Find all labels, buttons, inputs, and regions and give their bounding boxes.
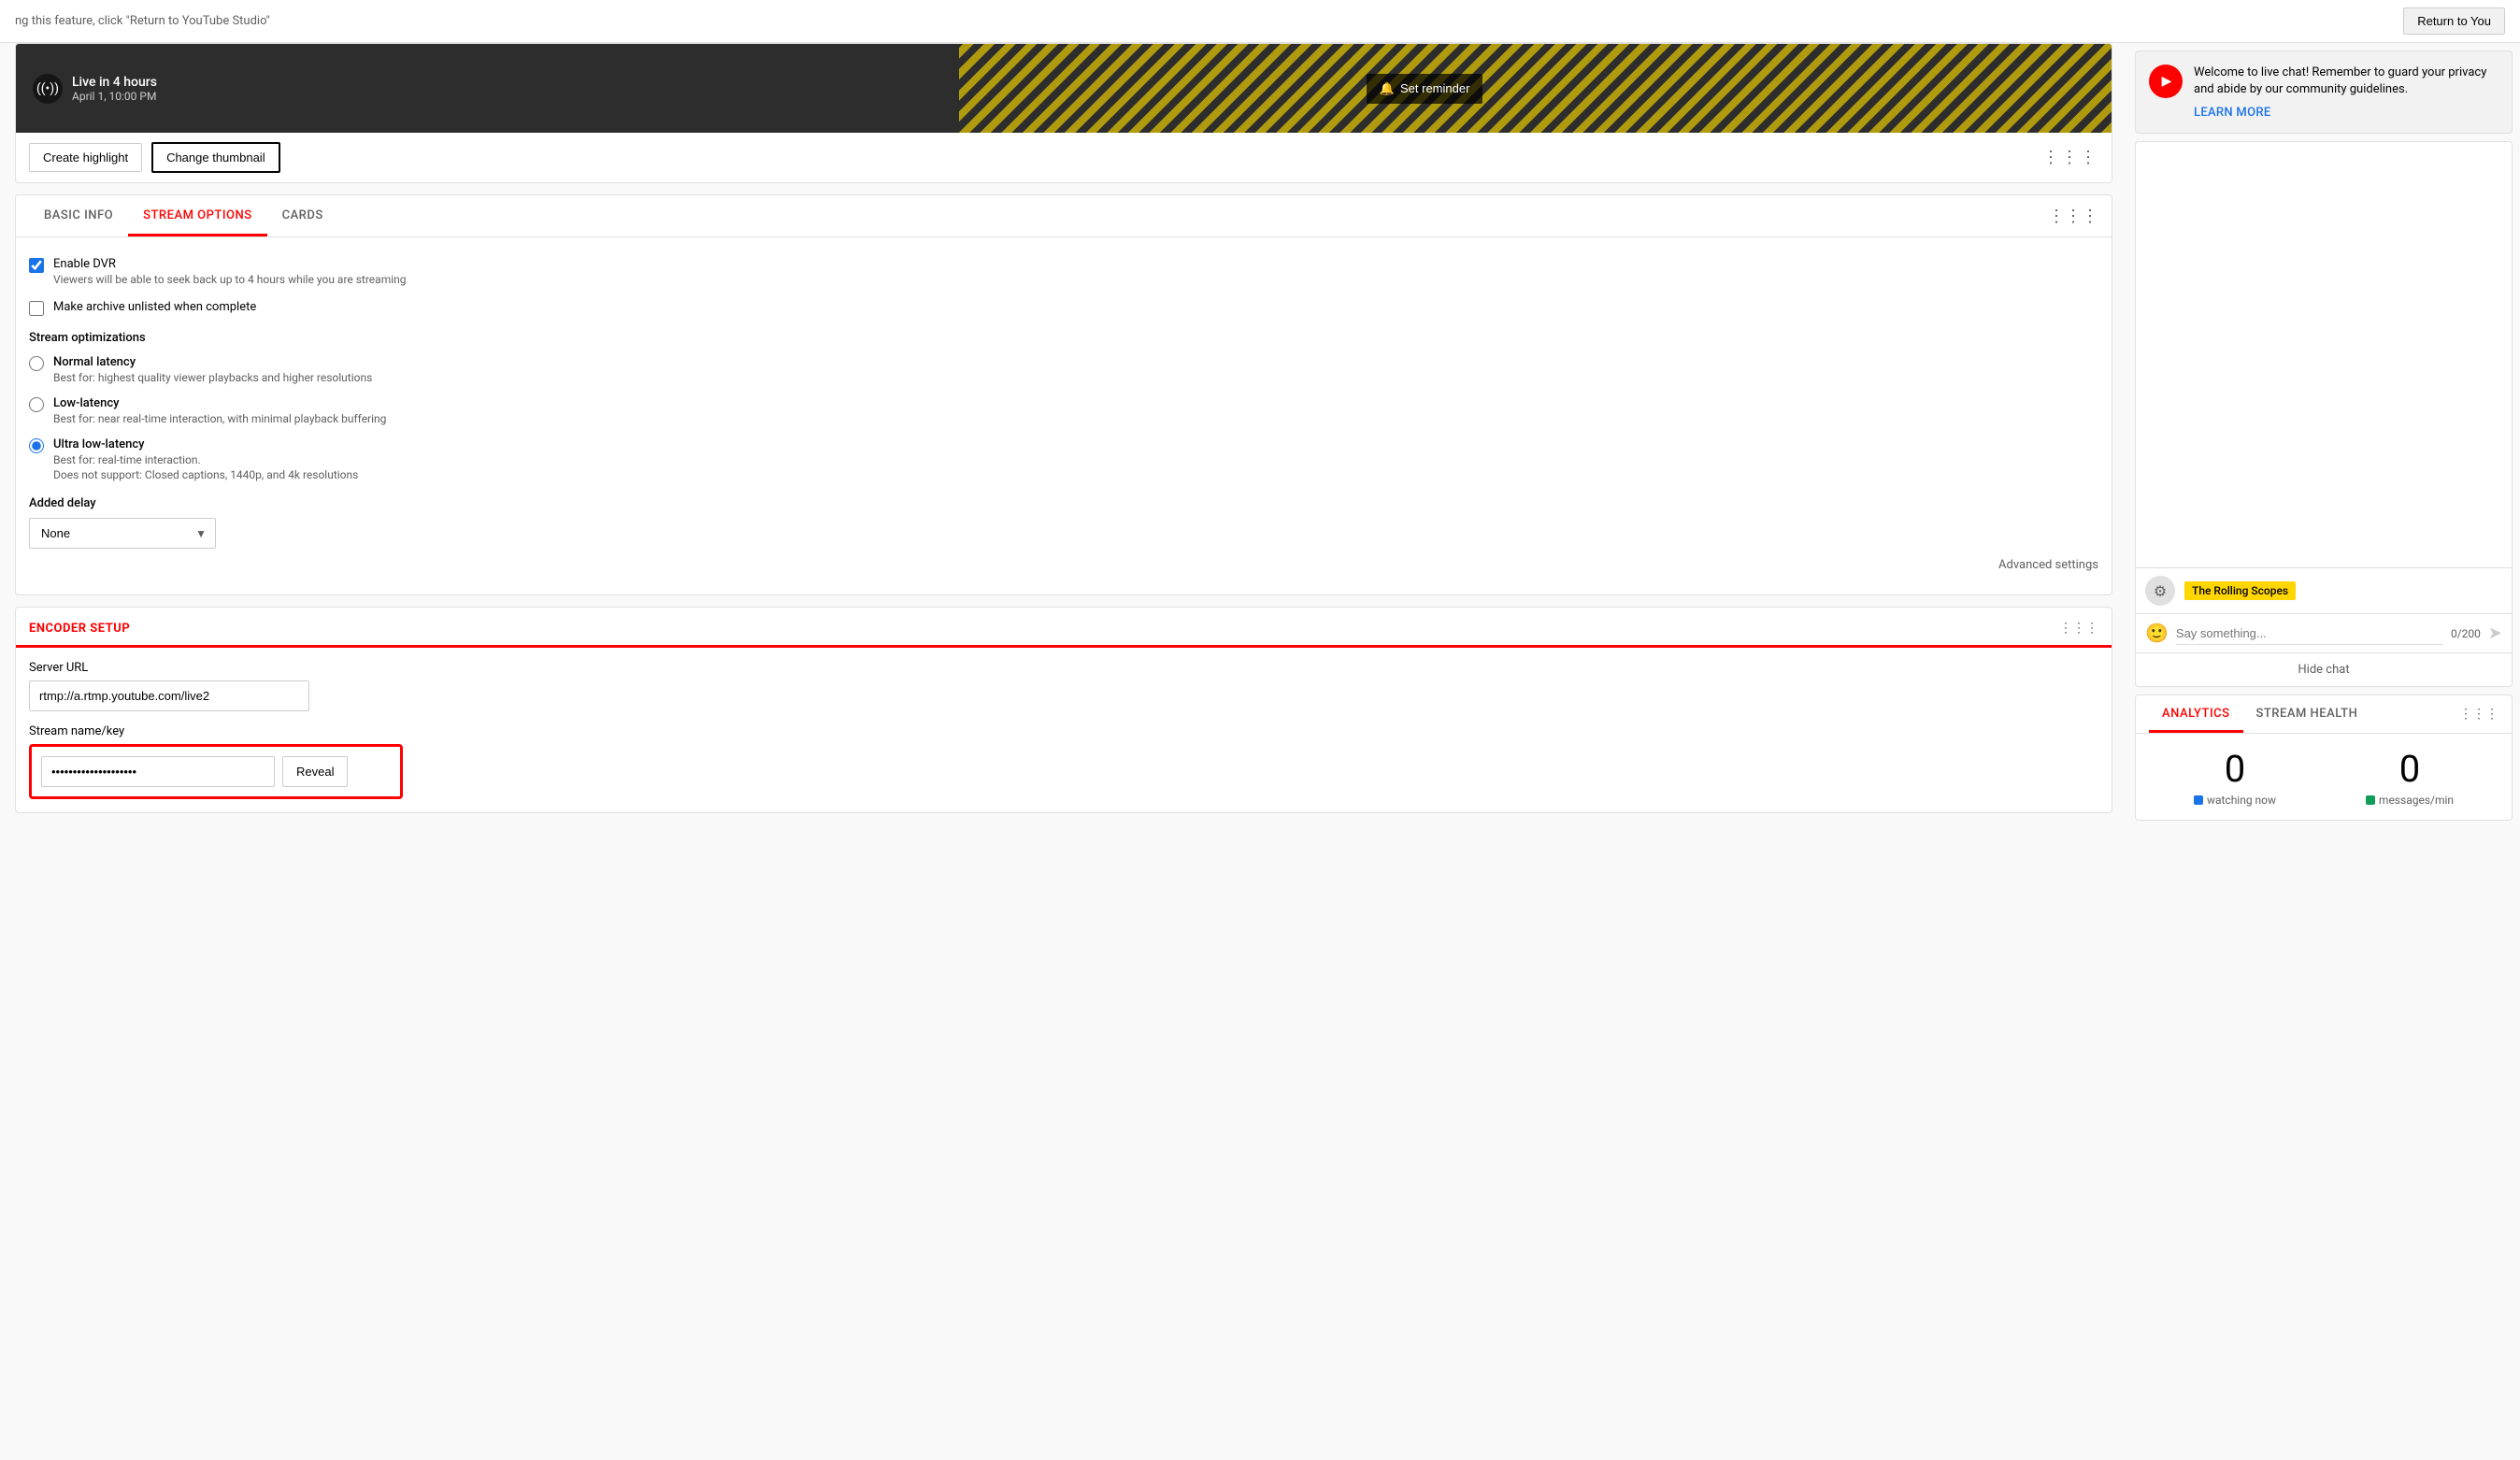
video-thumbnail-area: ((•)) Live in 4 hours April 1, 10:00 PM … (16, 44, 2112, 133)
make-archive-label[interactable]: Make archive unlisted when complete (53, 300, 256, 314)
normal-latency-radio[interactable] (29, 356, 44, 371)
enable-dvr-row: Enable DVR Viewers will be able to seek … (29, 256, 2098, 286)
live-icon: ((•)) (33, 74, 63, 104)
low-latency-row: Low-latency Best for: near real-time int… (29, 395, 2098, 425)
stream-key-row: Reveal (41, 756, 391, 787)
watching-now-label: watching now (2194, 794, 2276, 807)
chat-input-row: 🙂 0/200 ➤ (2136, 613, 2512, 652)
low-latency-label[interactable]: Low-latency (53, 396, 119, 410)
left-panel: ((•)) Live in 4 hours April 1, 10:00 PM … (0, 43, 2127, 828)
normal-latency-row: Normal latency Best for: highest quality… (29, 354, 2098, 384)
avatar-icon: ⚙ (2154, 582, 2167, 600)
avatar: ⚙ (2145, 576, 2175, 606)
encoder-more-options[interactable]: ⋮⋮⋮ (2059, 621, 2098, 636)
chat-input[interactable] (2176, 623, 2443, 645)
ultra-low-latency-desc-1: Best for: real-time interaction. (53, 453, 358, 466)
live-icon-symbol: ((•)) (36, 81, 59, 96)
stream-health-tab[interactable]: STREAM HEALTH (2243, 695, 2371, 733)
make-archive-checkbox[interactable] (29, 301, 44, 316)
username-badge: The Rolling Scopes (2184, 581, 2296, 600)
ultra-low-latency-radio[interactable] (29, 438, 44, 453)
tabs-header: BASIC INFO STREAM OPTIONS CARDS ⋮⋮⋮ (16, 195, 2112, 237)
latency-radio-group: Normal latency Best for: highest quality… (29, 354, 2098, 481)
ultra-low-latency-row: Ultra low-latency Best for: real-time in… (29, 437, 2098, 481)
analytics-content: 0 watching now 0 messages/min (2136, 734, 2512, 820)
char-count: 0/200 (2451, 627, 2481, 640)
top-bar: ng this feature, click "Return to YouTub… (0, 0, 2520, 43)
analytics-tabs-header: ANALYTICS STREAM HEALTH ⋮⋮⋮ (2136, 695, 2512, 734)
stream-key-input[interactable] (41, 756, 275, 787)
video-more-options-button[interactable]: ⋮⋮⋮ (2042, 148, 2098, 167)
advanced-settings-link[interactable]: Advanced settings (1998, 558, 2098, 572)
emoji-button[interactable]: 🙂 (2145, 622, 2169, 645)
enable-dvr-description: Viewers will be able to seek back up to … (53, 273, 407, 286)
tab-stream-options[interactable]: STREAM OPTIONS (128, 195, 266, 236)
video-actions: Create highlight Change thumbnail ⋮⋮⋮ (16, 133, 2112, 182)
live-subtitle: April 1, 10:00 PM (72, 90, 157, 103)
chat-body (2136, 142, 2512, 567)
live-badge: ((•)) Live in 4 hours April 1, 10:00 PM (33, 74, 157, 104)
stream-options-content: Enable DVR Viewers will be able to seek … (16, 237, 2112, 594)
live-title: Live in 4 hours (72, 75, 157, 90)
ultra-low-latency-desc-2: Does not support: Closed captions, 1440p… (53, 468, 358, 481)
optimizations-label: Stream optimizations (29, 331, 2098, 345)
added-delay-select-wrapper: None ▼ (29, 518, 216, 549)
messages-per-min-label: messages/min (2366, 794, 2454, 807)
make-archive-row: Make archive unlisted when complete (29, 299, 2098, 316)
stream-key-section: Reveal (29, 744, 403, 799)
tab-basic-info[interactable]: BASIC INFO (29, 195, 128, 236)
low-latency-radio[interactable] (29, 397, 44, 412)
tab-cards[interactable]: CARDS (267, 195, 338, 236)
bell-icon: 🔔 (1380, 81, 1395, 96)
reveal-button[interactable]: Reveal (282, 756, 348, 787)
messages-per-min-count: 0 (2399, 751, 2420, 788)
top-bar-notice: ng this feature, click "Return to YouTub… (15, 14, 270, 28)
set-reminder-button[interactable]: 🔔 Set reminder (1367, 74, 1483, 104)
welcome-text: Welcome to live chat! Remember to guard … (2194, 64, 2499, 98)
watching-now-metric: 0 watching now (2194, 751, 2276, 807)
enable-dvr-label[interactable]: Enable DVR (53, 257, 116, 271)
messages-per-min-metric: 0 messages/min (2366, 751, 2454, 807)
encoder-title: ENCODER SETUP (29, 622, 130, 636)
encoder-section: ENCODER SETUP ⋮⋮⋮ Server URL Stream name… (15, 607, 2112, 813)
chat-welcome-box: ▶ Welcome to live chat! Remember to guar… (2135, 50, 2513, 134)
chat-user-row: ⚙ The Rolling Scopes (2136, 567, 2512, 613)
tabs-container: BASIC INFO STREAM OPTIONS CARDS ⋮⋮⋮ Enab… (15, 194, 2112, 595)
advanced-settings-row: Advanced settings (29, 549, 2098, 576)
normal-latency-desc: Best for: highest quality viewer playbac… (53, 371, 372, 384)
hide-chat-button[interactable]: Hide chat (2136, 652, 2512, 686)
added-delay-label: Added delay (29, 496, 2098, 510)
stream-key-label: Stream name/key (29, 724, 2098, 738)
chat-area: ⚙ The Rolling Scopes 🙂 0/200 ➤ Hide chat (2135, 141, 2513, 687)
main-layout: ((•)) Live in 4 hours April 1, 10:00 PM … (0, 43, 2520, 828)
messages-dot-icon (2366, 795, 2375, 805)
server-url-input[interactable] (29, 680, 309, 711)
live-text: Live in 4 hours April 1, 10:00 PM (72, 75, 157, 103)
create-highlight-button[interactable]: Create highlight (29, 143, 142, 172)
learn-more-link[interactable]: LEARN MORE (2194, 106, 2499, 120)
enable-dvr-checkbox[interactable] (29, 258, 44, 273)
watching-dot-icon (2194, 795, 2203, 805)
send-button[interactable]: ➤ (2488, 623, 2502, 643)
normal-latency-label[interactable]: Normal latency (53, 355, 136, 369)
right-panel: ▶ Welcome to live chat! Remember to guar… (2127, 43, 2520, 828)
youtube-play-icon: ▶ (2162, 74, 2172, 89)
youtube-logo: ▶ (2149, 64, 2183, 98)
encoder-header: ENCODER SETUP ⋮⋮⋮ (16, 608, 2112, 648)
server-url-label: Server URL (29, 661, 2098, 675)
watching-now-count: 0 (2225, 751, 2245, 788)
tabs-more-options[interactable]: ⋮⋮⋮ (2048, 207, 2098, 226)
analytics-tab[interactable]: ANALYTICS (2149, 695, 2243, 733)
analytics-section: ANALYTICS STREAM HEALTH ⋮⋮⋮ 0 watching n… (2135, 694, 2513, 821)
low-latency-desc: Best for: near real-time interaction, wi… (53, 412, 386, 425)
added-delay-section: Added delay None ▼ (29, 496, 2098, 549)
thumbnail-pattern (959, 44, 2112, 133)
analytics-more-options[interactable]: ⋮⋮⋮ (2459, 707, 2499, 722)
video-preview: ((•)) Live in 4 hours April 1, 10:00 PM … (15, 43, 2112, 183)
ultra-low-latency-label[interactable]: Ultra low-latency (53, 437, 145, 451)
return-to-youtube-button[interactable]: Return to You (2403, 7, 2505, 35)
change-thumbnail-button[interactable]: Change thumbnail (151, 142, 280, 173)
added-delay-select[interactable]: None (29, 518, 216, 549)
encoder-content: Server URL Stream name/key Reveal (16, 648, 2112, 812)
